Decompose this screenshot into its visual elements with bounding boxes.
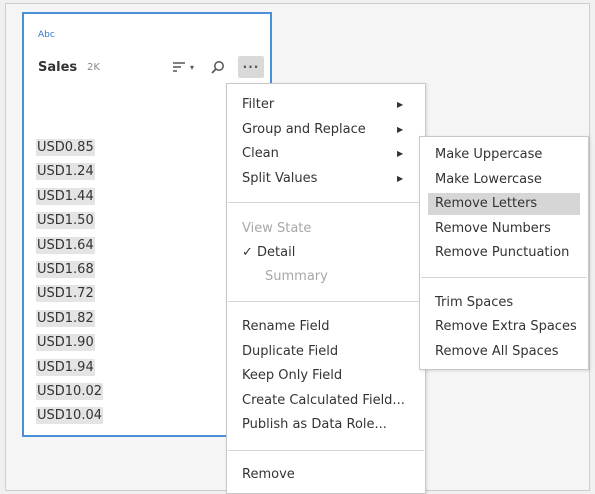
value-text: USD1.94 xyxy=(36,358,95,376)
menu-divider xyxy=(228,202,424,203)
values-list: USD0.85 USD1.24 USD1.44 USD1.50 USD1.64 … xyxy=(36,136,103,429)
value-text: USD1.82 xyxy=(36,309,95,327)
value-text: USD10.02 xyxy=(36,382,103,400)
chevron-right-icon: ▶ xyxy=(397,100,404,109)
menu-item-rename-field[interactable]: Rename Field xyxy=(242,319,329,334)
menu-item-remove[interactable]: Remove xyxy=(242,467,295,482)
submenu-item-remove-numbers[interactable]: Remove Numbers xyxy=(428,218,580,240)
list-item[interactable]: USD1.90 xyxy=(36,331,103,355)
value-text: USD1.72 xyxy=(36,285,95,303)
list-item[interactable]: USD10.02 xyxy=(36,380,103,404)
value-text: USD1.64 xyxy=(36,236,95,254)
menu-divider xyxy=(228,301,424,302)
submenu-item-trim-spaces[interactable]: Trim Spaces xyxy=(428,292,580,314)
menu-item-publish-data-role[interactable]: Publish as Data Role... xyxy=(242,417,387,432)
submenu-item-make-uppercase[interactable]: Make Uppercase xyxy=(428,144,580,166)
menu-item-duplicate-field[interactable]: Duplicate Field xyxy=(242,344,338,359)
menu-divider xyxy=(228,450,424,451)
chevron-right-icon: ▶ xyxy=(397,174,404,183)
submenu-item-remove-letters[interactable]: Remove Letters xyxy=(428,193,580,215)
clean-submenu: Make Uppercase Make Lowercase Remove Let… xyxy=(419,136,589,370)
menu-item-filter[interactable]: Filter xyxy=(242,97,274,112)
list-item[interactable]: USD10.04 xyxy=(36,404,103,428)
menu-item-group-replace[interactable]: Group and Replace xyxy=(242,122,366,137)
list-item[interactable]: USD1.64 xyxy=(36,234,103,258)
field-name: Sales xyxy=(38,60,78,75)
value-text: USD1.50 xyxy=(36,212,95,230)
check-icon: ✓ xyxy=(242,245,253,260)
submenu-item-remove-extra-spaces[interactable]: Remove Extra Spaces xyxy=(428,316,580,338)
menu-heading-view-state: View State xyxy=(242,221,312,236)
submenu-item-remove-all-spaces[interactable]: Remove All Spaces xyxy=(428,341,580,363)
menu-divider xyxy=(421,277,587,278)
chevron-right-icon: ▶ xyxy=(397,125,404,134)
chevron-down-icon[interactable]: ▾ xyxy=(187,56,197,78)
list-item[interactable]: USD1.94 xyxy=(36,356,103,380)
search-icon[interactable] xyxy=(209,56,227,78)
value-text: USD1.90 xyxy=(36,334,95,352)
menu-item-create-calculated-field[interactable]: Create Calculated Field... xyxy=(242,393,405,408)
list-item[interactable]: USD1.50 xyxy=(36,209,103,233)
submenu-item-remove-punctuation[interactable]: Remove Punctuation xyxy=(428,242,580,264)
sort-icon[interactable] xyxy=(172,56,186,78)
menu-item-detail[interactable]: ✓ Detail xyxy=(242,245,295,260)
list-item[interactable]: USD0.85 xyxy=(36,136,103,160)
menu-item-split-values[interactable]: Split Values xyxy=(242,171,317,186)
list-item[interactable]: USD1.24 xyxy=(36,160,103,184)
list-item[interactable]: USD1.68 xyxy=(36,258,103,282)
more-options-icon[interactable]: ··· xyxy=(238,56,264,78)
menu-item-keep-only-field[interactable]: Keep Only Field xyxy=(242,368,342,383)
value-text: USD0.85 xyxy=(36,139,95,156)
value-text: USD10.04 xyxy=(36,407,103,425)
field-count: 2K xyxy=(87,62,100,73)
data-type-label[interactable]: Abc xyxy=(38,30,55,40)
list-item[interactable]: USD1.72 xyxy=(36,282,103,306)
list-item[interactable]: USD1.82 xyxy=(36,307,103,331)
menu-item-detail-label: Detail xyxy=(257,245,296,260)
menu-item-summary[interactable]: Summary xyxy=(265,269,328,284)
value-text: USD1.44 xyxy=(36,187,95,205)
context-menu: Filter ▶ Group and Replace ▶ Clean ▶ Spl… xyxy=(226,83,426,494)
value-text: USD1.24 xyxy=(36,163,95,181)
value-text: USD1.68 xyxy=(36,260,95,278)
submenu-item-make-lowercase[interactable]: Make Lowercase xyxy=(428,169,580,191)
list-item[interactable]: USD1.44 xyxy=(36,185,103,209)
menu-item-clean[interactable]: Clean xyxy=(242,146,279,161)
chevron-right-icon: ▶ xyxy=(397,149,404,158)
